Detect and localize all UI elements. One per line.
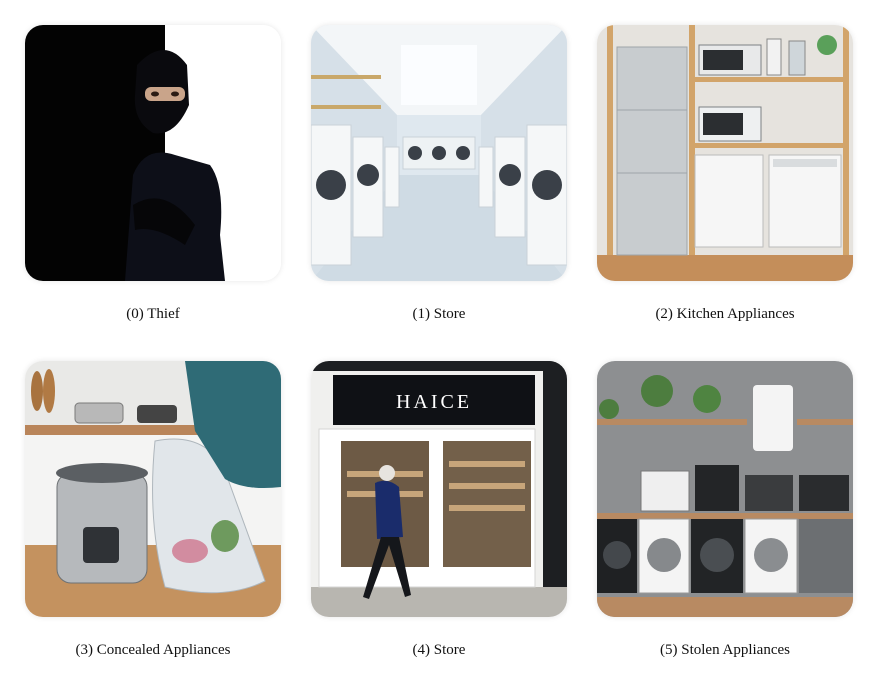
panel-stolen-appliances-image: [597, 361, 853, 617]
panel-caption-concealed-appliances: (3) Concealed Appliances: [75, 642, 231, 658]
store-sign-text: HAICE: [396, 391, 472, 413]
panel-store-image: [311, 25, 567, 281]
panel-concealed-appliances-image: [25, 361, 281, 617]
panel-caption-store: (1) Store: [412, 306, 466, 322]
panel-thief-image: [25, 25, 281, 281]
panel-caption-store-2: (4) Store: [412, 642, 466, 658]
panel-storefront-image: HAICE: [311, 361, 567, 617]
panel-caption-kitchen-appliances: (2) Kitchen Appliances: [655, 306, 795, 322]
panel-kitchen-appliances-image: [597, 25, 853, 281]
panel-caption-stolen-appliances: (5) Stolen Appliances: [660, 642, 790, 658]
panel-caption-thief: (0) Thief: [126, 306, 180, 322]
